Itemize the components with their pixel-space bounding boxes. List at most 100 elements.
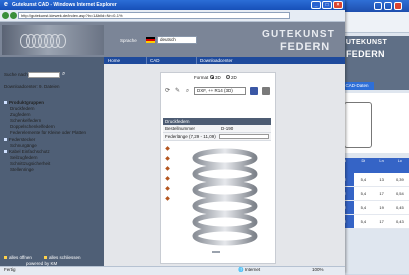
nav-divider <box>146 57 147 64</box>
brand-line1: GUTEKUNST <box>340 39 388 46</box>
zone-indicator: 🌐 Internet <box>238 267 261 272</box>
german-flag-icon <box>146 37 155 43</box>
folder-icon <box>4 138 7 142</box>
sidebar-item-schnittzug[interactable]: Schnittzugsicherheit <box>10 161 50 166</box>
table-row[interactable]: 2 5,4 17 0,54 <box>336 187 409 201</box>
col-header: Di <box>361 158 366 163</box>
nav-home[interactable]: Home <box>108 57 120 64</box>
binoculars-search-icon[interactable]: ⌕ <box>62 71 65 78</box>
folder-closed-icon <box>44 256 47 260</box>
language-select[interactable]: deutsch <box>157 36 197 44</box>
view-top-icon[interactable]: ◆ <box>164 156 171 163</box>
browser-window: e Gutekunst CAD - Windows Internet Explo… <box>0 0 345 275</box>
file-format-select[interactable]: DXF, ++ R14 (3D) <box>194 87 246 95</box>
coil-shape <box>56 34 66 48</box>
spring-banner-image <box>2 25 104 55</box>
sidebar-item-federstecker[interactable]: Federstecker <box>4 137 35 142</box>
sidebar-item-seilzugfedern[interactable]: Seilzugfedern <box>10 155 38 160</box>
sidebar-item-federelemente[interactable]: Federelemente für Kleine oder Platten <box>10 130 86 135</box>
view-shaded-icon[interactable]: ◆ <box>164 196 171 203</box>
radio-2d-label: 2D <box>231 75 237 80</box>
format-label: Format <box>194 75 209 80</box>
spring-3d-view[interactable] <box>180 148 270 248</box>
rotate-icon[interactable]: ⟳ <box>164 88 171 95</box>
nav-cad[interactable]: CAD <box>150 57 160 64</box>
save-icon[interactable] <box>250 87 258 95</box>
cell: 5,4 <box>360 219 367 224</box>
sidebar-item-zugfedern[interactable]: Zugfedern <box>10 112 31 117</box>
spring-3d-image <box>192 148 258 246</box>
collapse-all-link[interactable]: alles schliessen <box>44 255 81 260</box>
sidebar-item-schnurgaenge[interactable]: Schnurgänge <box>10 143 37 148</box>
cell: 0,43 <box>395 219 404 224</box>
close-button[interactable]: × <box>333 1 343 9</box>
folder-icon <box>4 150 7 154</box>
search-label: Suche nach <box>4 72 28 77</box>
language-label: Sprache <box>120 38 137 43</box>
folder-open-icon <box>4 256 7 260</box>
minimize-icon[interactable] <box>374 2 382 10</box>
table-row[interactable]: 2 5,4 13 0,39 <box>336 173 409 187</box>
forward-icon[interactable] <box>10 12 17 19</box>
cell: 13 <box>379 177 384 182</box>
footer-text: alles schliessen <box>49 255 81 260</box>
sidebar-item-druckfedern[interactable]: Druckfedern <box>10 106 35 111</box>
spring-parameter-table: Druckfedern Bestellnummer D-190 Federlän… <box>163 118 271 141</box>
cell: 5,4 <box>360 191 367 196</box>
sidebar-item-kabel[interactable]: Kabel Einfachschutz <box>4 149 50 154</box>
sidebar-item-schenkelfedern[interactable]: Schenkelfedern <box>10 118 41 123</box>
maximize-button[interactable]: □ <box>322 1 332 9</box>
view-iso-icon[interactable]: ◆ <box>164 176 171 183</box>
url-field[interactable]: http://gutekunst.kiewek.de/index.asp?ln=… <box>18 12 290 19</box>
item-text: Kabel Einfachschutz <box>9 149 50 154</box>
view-side-icon[interactable]: ◆ <box>164 166 171 173</box>
zoom-level[interactable]: 100% <box>312 266 324 274</box>
radio-2d[interactable] <box>226 75 230 79</box>
cell: 0,45 <box>395 205 404 210</box>
radio-3d-label: 3D <box>215 75 221 80</box>
cell: 0,39 <box>395 177 404 182</box>
minimize-button[interactable]: _ <box>311 1 321 9</box>
row-label: Bestellnummer <box>165 126 196 131</box>
view-front-icon[interactable]: ◆ <box>164 146 171 153</box>
cell: 5,4 <box>360 205 367 210</box>
item-text: Federstecker <box>9 137 36 142</box>
table-row[interactable]: 2 5,4 19 0,45 <box>336 201 409 215</box>
expand-all-link[interactable]: alles öffnen <box>4 255 32 260</box>
product-groups-title[interactable]: Produktgruppen <box>4 100 44 105</box>
view-wire-icon[interactable]: ◆ <box>164 186 171 193</box>
table-header: d Di Ln Lc <box>336 158 409 173</box>
cell: 19 <box>379 205 384 210</box>
sidebar-item-doppelschenkelfedern[interactable]: Doppelschenkelfedern <box>10 124 55 129</box>
search-input[interactable] <box>28 72 60 78</box>
ie-icon: e <box>4 1 8 8</box>
footer-text: alles öffnen <box>9 255 32 260</box>
brand-line2: FEDERN <box>346 49 385 59</box>
back-icon[interactable] <box>2 12 9 19</box>
status-text: Fertig <box>4 267 16 272</box>
scroll-indicator[interactable] <box>212 251 220 253</box>
table-row[interactable]: 2 5,4 17 0,43 <box>336 215 409 229</box>
length-input[interactable] <box>219 134 269 139</box>
cad-data-button[interactable]: CAD-Daten <box>340 82 374 90</box>
logo-gutekunst: GUTEKUNST <box>262 29 336 40</box>
cell: 5,4 <box>360 177 367 182</box>
pen-icon[interactable]: ✎ <box>174 88 181 95</box>
folder-icon <box>4 101 7 105</box>
table-row: Bestellnummer D-190 <box>163 125 271 133</box>
download-info[interactable]: Downloadcenter: 9. Dateien <box>4 84 60 89</box>
nav-downloadcenter[interactable]: Downloadcenter <box>200 57 233 64</box>
dimension-table: d Di Ln Lc 2 5,4 13 0,39 2 5,4 17 0,54 2… <box>336 158 409 229</box>
radio-3d[interactable] <box>210 75 214 79</box>
col-header: Lc <box>397 158 402 163</box>
print-icon[interactable] <box>262 87 270 95</box>
zoom-icon[interactable]: ⌕ <box>184 88 191 95</box>
close-icon[interactable] <box>394 2 402 10</box>
window-title: Gutekunst CAD - Windows Internet Explore… <box>12 2 117 8</box>
zone-text: Internet <box>244 267 261 272</box>
table-row: Federlänge (7,29 - 11,09) <box>163 133 271 141</box>
sidebar-item-stellenringe[interactable]: Stellenringe <box>10 167 34 172</box>
maximize-icon[interactable] <box>384 2 392 10</box>
row-value: D-190 <box>221 126 234 131</box>
nav-divider <box>196 57 197 64</box>
